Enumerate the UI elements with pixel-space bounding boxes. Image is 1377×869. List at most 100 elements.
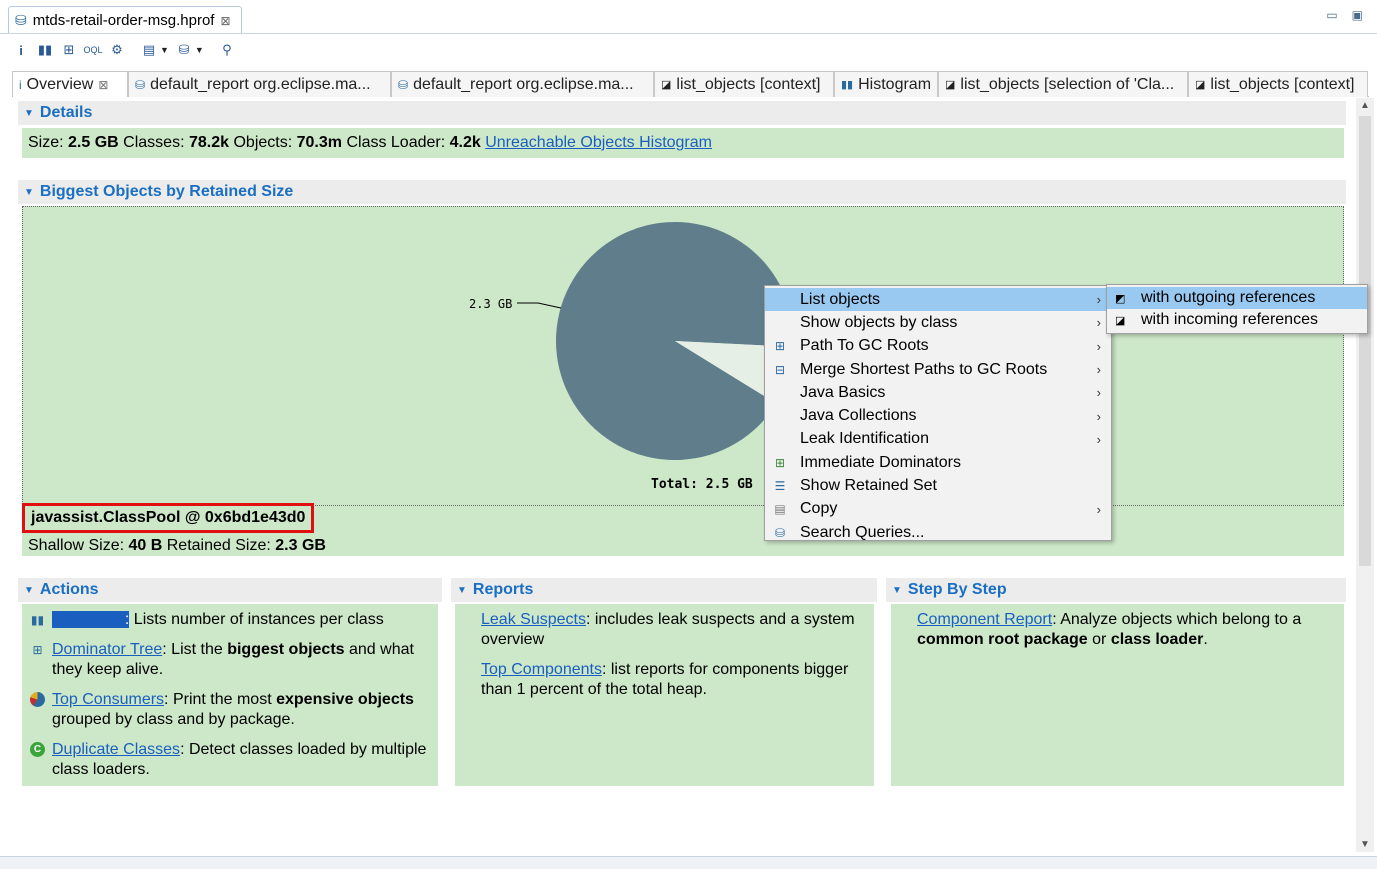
- heap-settings-icon[interactable]: ⚙: [108, 41, 126, 59]
- action-desc: Lists number of instances per class: [129, 611, 384, 628]
- retained-value: 2.3 GB: [275, 537, 326, 554]
- histogram-link[interactable]: Histogram: [52, 611, 125, 628]
- size-value: 2.5 GB: [68, 134, 119, 151]
- tab-list-objects-context-1[interactable]: ◪ list_objects [context]: [654, 71, 834, 97]
- info-icon[interactable]: i: [12, 41, 30, 59]
- pie-chart: [517, 222, 794, 460]
- dominator-tree-link[interactable]: Dominator Tree: [52, 641, 162, 658]
- tab-overview[interactable]: i Overview ⊠: [12, 71, 128, 97]
- subtab-strip: i Overview ⊠ ⛁ default_report org.eclips…: [12, 71, 1369, 97]
- menu-item-path-to-gc-roots[interactable]: ⊞ Path To GC Roots ›: [765, 335, 1111, 358]
- classes-value: 78.2k: [188, 134, 230, 151]
- chevron-right-icon: ›: [1096, 315, 1101, 331]
- top-components-link[interactable]: Top Components: [481, 661, 602, 678]
- tab-label: default_report org.eclipse.ma...: [150, 75, 371, 93]
- reports-header[interactable]: ▼ Reports: [451, 578, 877, 602]
- menu-item-show-retained-set[interactable]: ☰ Show Retained Set: [765, 474, 1111, 497]
- expand-toggle-icon[interactable]: ▼: [24, 108, 34, 119]
- menu-label: List objects: [800, 290, 881, 308]
- menu-label: Show objects by class: [800, 313, 958, 331]
- leak-suspects-link[interactable]: Leak Suspects: [481, 611, 586, 628]
- menu-item-leak-identification[interactable]: Leak Identification ›: [765, 428, 1111, 451]
- dominator-tree-icon[interactable]: ⊞: [60, 41, 78, 59]
- copy-icon: ▤: [774, 502, 786, 517]
- component-report-link[interactable]: Component Report: [917, 611, 1052, 628]
- expand-toggle-icon[interactable]: ▼: [457, 585, 467, 596]
- chevron-down-icon[interactable]: ▼: [195, 45, 204, 55]
- menu-item-java-basics[interactable]: Java Basics ›: [765, 381, 1111, 404]
- tab-list-objects-selection[interactable]: ◪ list_objects [selection of 'Cla...: [938, 71, 1188, 97]
- minimize-icon[interactable]: ▭: [1326, 8, 1337, 22]
- scroll-up-icon[interactable]: ▲: [1360, 100, 1370, 111]
- close-icon[interactable]: ⊠: [98, 78, 108, 92]
- step-by-step-header[interactable]: ▼ Step By Step: [886, 578, 1346, 602]
- report-icon[interactable]: ⛁: [175, 41, 193, 59]
- top-consumers-link[interactable]: Top Consumers: [52, 691, 164, 708]
- expand-toggle-icon[interactable]: ▼: [24, 585, 34, 596]
- unreachable-objects-link[interactable]: Unreachable Objects Histogram: [485, 134, 712, 151]
- menu-item-immediate-dominators[interactable]: ⊞ Immediate Dominators: [765, 451, 1111, 474]
- expand-toggle-icon[interactable]: ▼: [892, 585, 902, 596]
- scroll-thumb[interactable]: [1359, 116, 1371, 566]
- context-menu: List objects › Show objects by class › ⊞ Pa…: [764, 285, 1112, 541]
- editor-tab[interactable]: ⛁ mtds-retail-order-msg.hprof ⊠: [8, 6, 242, 34]
- details-line: Size: 2.5 GB Classes: 78.2k Objects: 70.…: [28, 134, 712, 152]
- size-label: Size:: [28, 134, 64, 151]
- oql-icon[interactable]: OQL: [84, 41, 103, 59]
- menu-label: Search Queries...: [800, 523, 925, 541]
- menu-item-list-objects[interactable]: List objects ›: [765, 288, 1111, 312]
- overview-icon: i: [19, 77, 22, 92]
- menu-label: Merge Shortest Paths to GC Roots: [800, 360, 1048, 378]
- menu-label: Leak Identification: [800, 430, 929, 448]
- submenu-incoming-references[interactable]: ◪ with incoming references: [1107, 309, 1367, 331]
- tab-list-objects-context-2[interactable]: ◪ list_objects [context]: [1188, 71, 1368, 97]
- actions-header[interactable]: ▼ Actions: [18, 578, 442, 602]
- step-bold: class loader: [1110, 631, 1204, 648]
- menu-label: Show Retained Set: [800, 477, 937, 495]
- dominator-tree-icon: ⊞: [32, 642, 43, 657]
- menu-label: Java Collections: [800, 407, 917, 425]
- chevron-down-icon[interactable]: ▼: [160, 45, 169, 55]
- tab-default-report-2[interactable]: ⛁ default_report org.eclipse.ma...: [391, 71, 654, 97]
- section-title: Details: [39, 104, 93, 121]
- search-icon[interactable]: ⚲: [218, 41, 236, 59]
- chevron-right-icon: ›: [1096, 362, 1101, 378]
- tab-default-report-1[interactable]: ⛁ default_report org.eclipse.ma...: [128, 71, 391, 97]
- menu-item-copy[interactable]: ▤ Copy ›: [765, 498, 1111, 521]
- close-icon[interactable]: ⊠: [220, 14, 230, 28]
- menu-item-java-collections[interactable]: Java Collections ›: [765, 404, 1111, 427]
- action-desc: Print the most: [168, 691, 277, 708]
- selected-object-label[interactable]: javassist.ClassPool @ 0x6bd1e43d0: [22, 503, 315, 533]
- tab-histogram[interactable]: ▮▮ Histogram: [834, 71, 938, 97]
- action-desc: grouped by class and by package.: [52, 711, 295, 728]
- expand-toggle-icon[interactable]: ▼: [24, 187, 34, 198]
- step-desc: or: [1087, 631, 1111, 648]
- pie-leader-line: [517, 302, 562, 309]
- maximize-icon[interactable]: ▣: [1352, 8, 1363, 22]
- details-header[interactable]: ▼ Details: [18, 101, 1346, 125]
- menu-label: Path To GC Roots: [800, 337, 929, 355]
- vertical-scrollbar[interactable]: ▲ ▼: [1356, 98, 1374, 852]
- list-icon: ◪: [945, 79, 956, 91]
- report-icon: ⛁: [135, 77, 146, 92]
- duplicate-classes-link[interactable]: Duplicate Classes: [52, 741, 180, 758]
- top-consumers-icon: [30, 692, 45, 707]
- submenu-outgoing-references[interactable]: ◩ with outgoing references: [1107, 287, 1367, 309]
- menu-item-search-queries[interactable]: ⛁ Search Queries...: [765, 521, 1111, 544]
- menu-item-merge-shortest-paths[interactable]: ⊟ Merge Shortest Paths to GC Roots ›: [765, 358, 1111, 381]
- pie-slice-label: 2.3 GB: [469, 297, 513, 311]
- shallow-label: Shallow Size:: [28, 537, 125, 554]
- biggest-objects-header[interactable]: ▼ Biggest Objects by Retained Size: [18, 180, 1346, 204]
- dominators-icon: ⊞: [774, 455, 786, 470]
- toolbar: i ▮▮ ⊞ OQL ⚙ ▤ ▼ ⛁ ▼ ⚲: [12, 40, 236, 60]
- tab-label: list_objects [context]: [676, 75, 821, 93]
- histogram-icon[interactable]: ▮▮: [36, 41, 54, 59]
- search-queries-icon: ⛁: [774, 525, 786, 540]
- step-component-report: Component Report: Analyze objects which …: [917, 610, 1337, 650]
- query-browser-icon[interactable]: ▤: [140, 41, 158, 59]
- menu-item-show-objects-by-class[interactable]: Show objects by class ›: [765, 311, 1111, 334]
- scroll-down-icon[interactable]: ▼: [1360, 839, 1370, 850]
- window-buttons: ▭ ▣: [1326, 8, 1363, 22]
- action-bold: biggest objects: [227, 641, 345, 658]
- outgoing-references-icon: ◩: [1115, 292, 1126, 305]
